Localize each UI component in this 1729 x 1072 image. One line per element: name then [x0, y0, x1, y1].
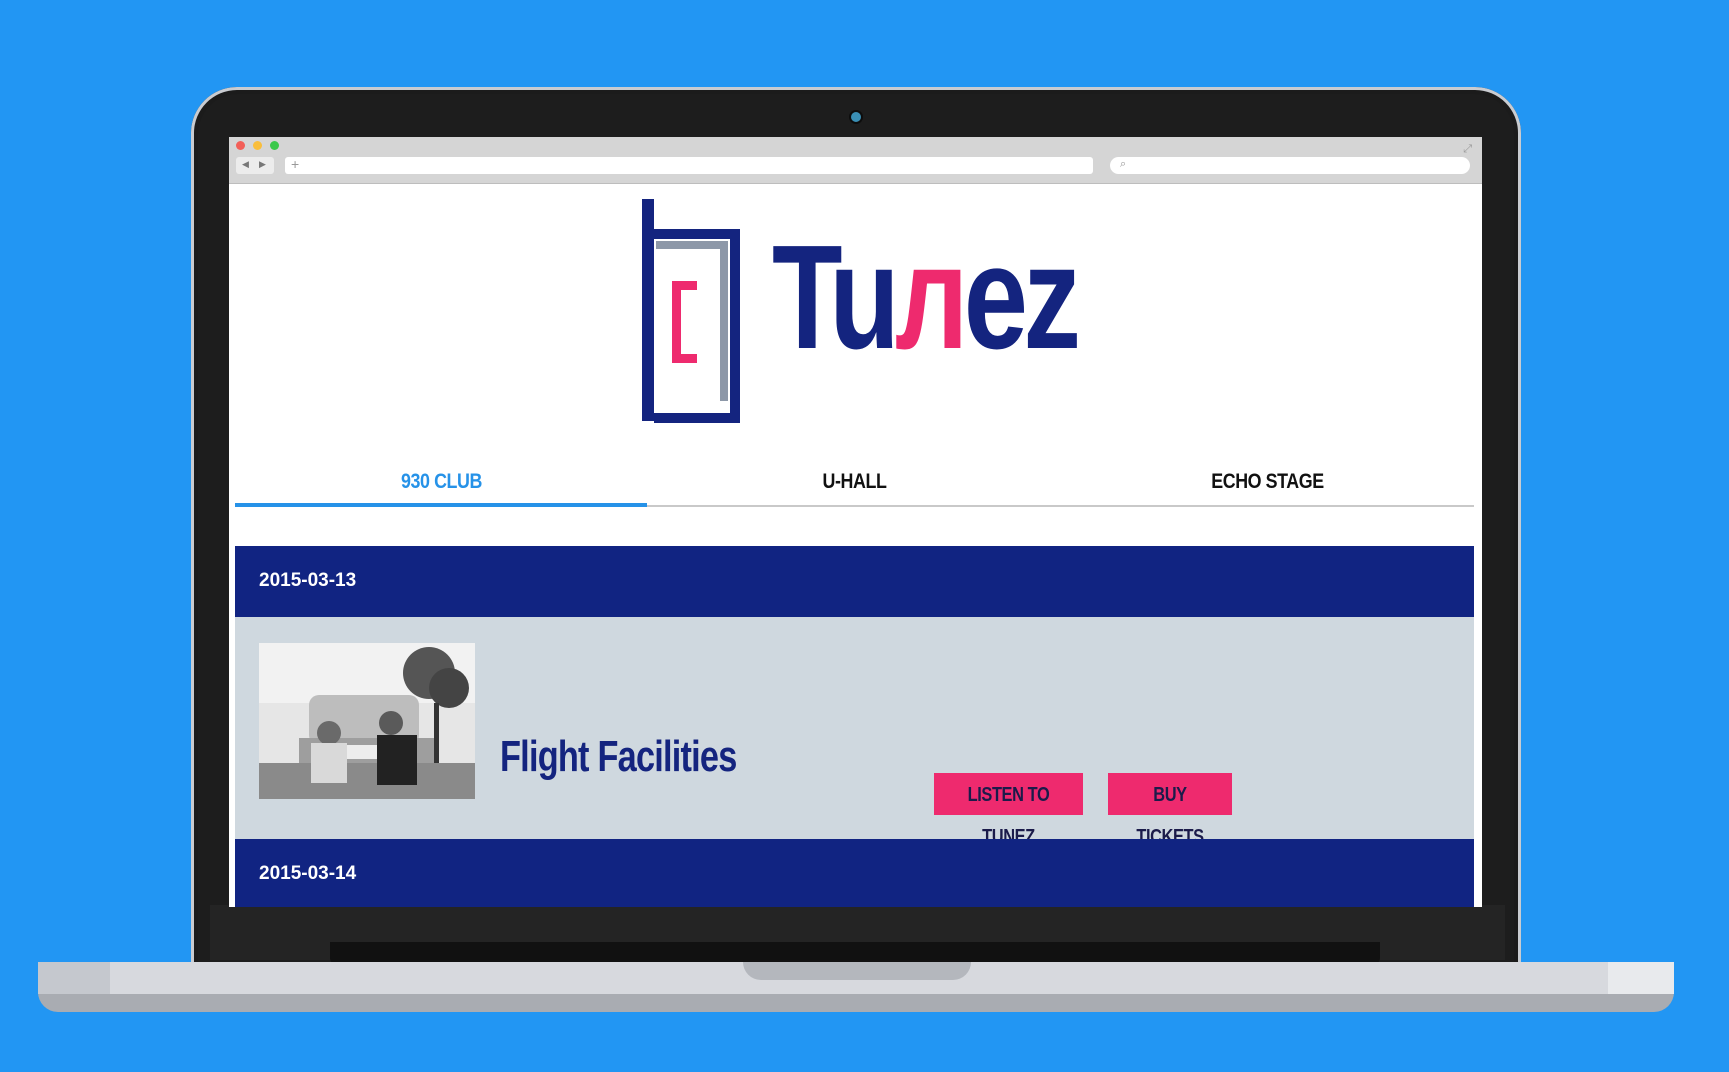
active-tab-indicator — [235, 503, 647, 507]
event-date: 2015-03-13 — [259, 570, 357, 591]
expand-icon[interactable]: ⤢ — [1463, 143, 1472, 156]
logo-text-prefix: Tu — [772, 215, 900, 380]
address-bar[interactable]: + — [285, 156, 1093, 174]
logo-text-suffix: ez — [963, 215, 1081, 380]
logo-bracket-icon — [642, 199, 740, 423]
buy-tickets-button[interactable]: BUY TICKETS — [1108, 773, 1232, 848]
event-row: Flight Facilities LISTEN TO TUNEZ BUY TI… — [235, 617, 1474, 848]
laptop-hinge — [330, 942, 1380, 964]
tab-echo-stage[interactable]: ECHO STAGE — [1092, 461, 1443, 505]
browser-window: ◀ ▶ + ⌕ ⤢ Tuлez 930 CLUB U-HALL ECHO STA… — [229, 137, 1482, 907]
laptop-base-right — [1608, 962, 1674, 994]
logo-wordmark: Tuлez — [772, 224, 1081, 372]
tab-930-club[interactable]: 930 CLUB — [266, 461, 617, 505]
minimize-window-button[interactable] — [253, 141, 262, 150]
tunez-logo: Tuлez — [642, 199, 1081, 445]
date-header: 2015-03-13 — [235, 546, 1474, 617]
tab-u-hall[interactable]: U-HALL — [679, 461, 1030, 505]
venue-tabs: 930 CLUB U-HALL ECHO STAGE — [235, 461, 1474, 507]
close-window-button[interactable] — [236, 141, 245, 150]
new-tab-icon[interactable]: + — [291, 156, 299, 172]
back-icon[interactable]: ◀ — [242, 159, 249, 170]
artist-name[interactable]: Flight Facilities — [500, 732, 737, 782]
listen-to-tunez-button[interactable]: LISTEN TO TUNEZ — [934, 773, 1083, 848]
date-header: 2015-03-14 — [235, 839, 1474, 907]
webcam-icon — [851, 112, 861, 122]
search-icon: ⌕ — [1120, 158, 1127, 170]
nav-buttons: ◀ ▶ — [236, 157, 274, 174]
event-date: 2015-03-14 — [259, 863, 357, 884]
laptop-base-shadow — [38, 992, 1674, 1012]
forward-icon[interactable]: ▶ — [259, 159, 266, 170]
browser-toolbar: ◀ ▶ + ⌕ ⤢ — [229, 137, 1482, 184]
logo-music-note-icon: л — [895, 215, 968, 380]
laptop-notch — [743, 962, 971, 980]
search-input[interactable]: ⌕ — [1110, 157, 1470, 174]
maximize-window-button[interactable] — [270, 141, 279, 150]
artist-photo — [259, 643, 475, 799]
laptop-base-left — [38, 962, 110, 994]
